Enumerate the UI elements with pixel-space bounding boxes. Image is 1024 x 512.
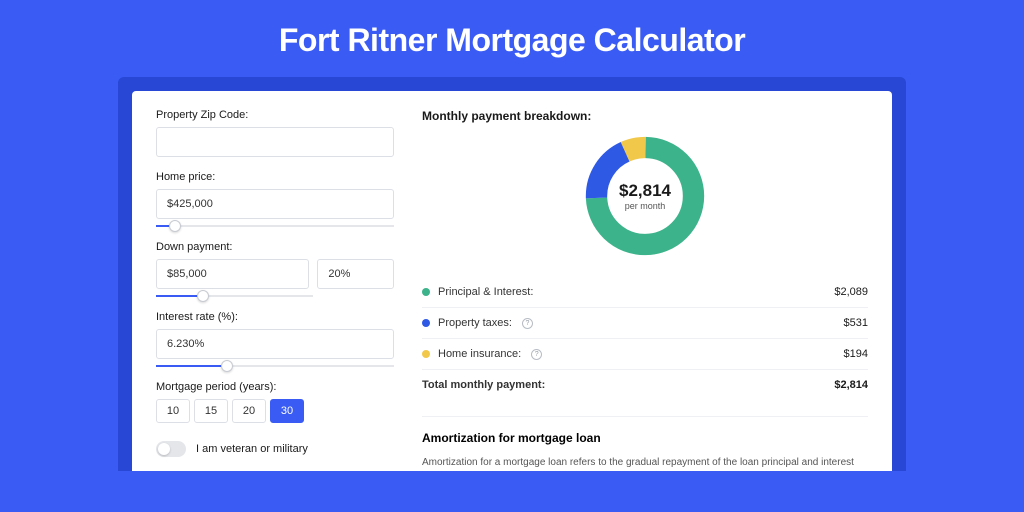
down-amount-input[interactable]: [156, 259, 309, 289]
legend-dot: [422, 350, 430, 358]
rate-group: Interest rate (%):: [156, 311, 394, 367]
amortization-section: Amortization for mortgage loan Amortizat…: [422, 416, 868, 471]
page-title: Fort Ritner Mortgage Calculator: [0, 0, 1024, 77]
rate-label: Interest rate (%):: [156, 311, 394, 323]
period-group: Mortgage period (years): 10152030: [156, 381, 394, 423]
rate-slider[interactable]: [156, 365, 394, 367]
price-slider[interactable]: [156, 225, 394, 227]
legend-value: $2,089: [834, 286, 868, 298]
legend-value: $194: [844, 348, 868, 360]
period-btn-10[interactable]: 10: [156, 399, 190, 423]
legend-row: Home insurance:? $194: [422, 338, 868, 369]
amortization-text: Amortization for a mortgage loan refers …: [422, 455, 868, 471]
info-icon[interactable]: ?: [531, 349, 542, 360]
donut-amount: $2,814: [619, 181, 671, 201]
calculator-card: Property Zip Code: Home price: Down paym…: [132, 91, 892, 471]
down-slider-thumb[interactable]: [197, 290, 209, 302]
period-btn-30[interactable]: 30: [270, 399, 304, 423]
price-slider-thumb[interactable]: [169, 220, 181, 232]
veteran-label: I am veteran or military: [196, 443, 308, 455]
period-label: Mortgage period (years):: [156, 381, 394, 393]
donut-sub: per month: [619, 201, 671, 211]
price-group: Home price:: [156, 171, 394, 227]
period-options: 10152030: [156, 399, 394, 423]
price-input[interactable]: [156, 189, 394, 219]
donut-chart: $2,814 per month: [422, 135, 868, 257]
legend-row: Property taxes:? $531: [422, 307, 868, 338]
down-label: Down payment:: [156, 241, 394, 253]
legend-row: Principal & Interest: $2,089: [422, 277, 868, 307]
legend-total-value: $2,814: [834, 379, 868, 391]
legend: Principal & Interest: $2,089 Property taxe…: [422, 277, 868, 369]
veteran-toggle[interactable]: [156, 441, 186, 457]
legend-total-label: Total monthly payment:: [422, 379, 545, 391]
legend-value: $531: [844, 317, 868, 329]
down-slider[interactable]: [156, 295, 313, 297]
down-pct-input[interactable]: [317, 259, 394, 289]
legend-total-row: Total monthly payment: $2,814: [422, 369, 868, 400]
zip-group: Property Zip Code:: [156, 109, 394, 157]
zip-input[interactable]: [156, 127, 394, 157]
card-container: Property Zip Code: Home price: Down paym…: [118, 77, 906, 471]
rate-input[interactable]: [156, 329, 394, 359]
results-panel: Monthly payment breakdown: $2,814 per mo…: [412, 91, 892, 471]
legend-dot: [422, 319, 430, 327]
inputs-panel: Property Zip Code: Home price: Down paym…: [132, 91, 412, 471]
zip-label: Property Zip Code:: [156, 109, 394, 121]
down-group: Down payment:: [156, 241, 394, 297]
price-label: Home price:: [156, 171, 394, 183]
rate-slider-thumb[interactable]: [221, 360, 233, 372]
breakdown-title: Monthly payment breakdown:: [422, 109, 868, 123]
legend-label: Home insurance:: [438, 348, 521, 360]
period-btn-15[interactable]: 15: [194, 399, 228, 423]
veteran-row: I am veteran or military: [156, 441, 394, 457]
legend-label: Principal & Interest:: [438, 286, 533, 298]
legend-label: Property taxes:: [438, 317, 512, 329]
amortization-title: Amortization for mortgage loan: [422, 431, 868, 445]
period-btn-20[interactable]: 20: [232, 399, 266, 423]
info-icon[interactable]: ?: [522, 318, 533, 329]
legend-dot: [422, 288, 430, 296]
